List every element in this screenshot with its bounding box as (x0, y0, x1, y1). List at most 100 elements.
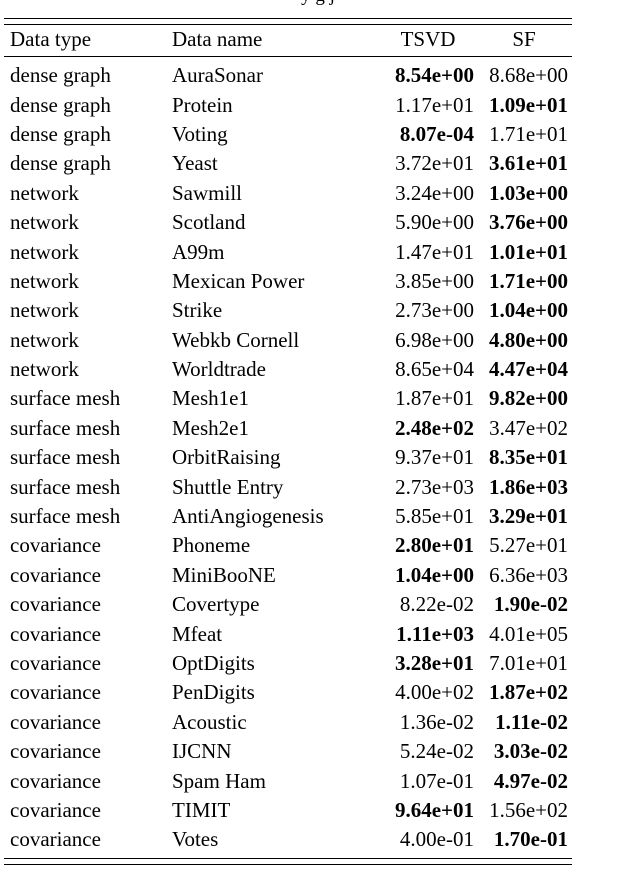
table-row: covariance MiniBooNE 1.04e+00 6.36e+03 (4, 561, 572, 590)
cell-data-type: surface mesh (10, 504, 121, 529)
cell-data-type: covariance (10, 680, 101, 705)
cell-data-type: covariance (10, 562, 101, 587)
cell-tsvd-value: 3.72e+01 (395, 151, 474, 176)
table-row: dense graph Voting 8.07e-04 1.71e+01 (4, 120, 572, 149)
cell-data-name: TIMIT (172, 797, 231, 822)
cell-sf-value: 3.29e+01 (488, 504, 568, 529)
cell-data-name: A99m (172, 239, 225, 264)
cell-tsvd-value: 6.98e+00 (395, 327, 474, 352)
table-row: covariance Acoustic 1.36e-02 1.11e-02 (4, 708, 572, 737)
cell-sf-value: 8.35e+01 (488, 445, 568, 470)
cell-data-type: network (10, 357, 79, 382)
cell-data-name: Mfeat (172, 621, 223, 646)
cell-data-name: IJCNN (172, 739, 232, 764)
cell-data-name: MiniBooNE (172, 562, 276, 587)
cell-data-type: dense graph (10, 121, 111, 146)
table-row: covariance Mfeat 1.11e+03 4.01e+05 (4, 619, 572, 648)
cell-sf-value: 7.01e+01 (489, 651, 568, 675)
cell-data-type: network (10, 239, 79, 264)
table-row: surface mesh Shuttle Entry 2.73e+03 1.86e+0… (4, 472, 572, 501)
cell-data-name: OptDigits (172, 651, 255, 675)
cell-tsvd-value: 8.07e-04 (399, 121, 474, 146)
cell-sf-value: 4.47e+04 (488, 357, 568, 382)
table-row: surface mesh Mesh1e1 1.87e+01 9.82e+00 (4, 384, 572, 413)
cell-data-type: surface mesh (10, 386, 121, 411)
cell-data-name: Shuttle Entry (172, 474, 284, 499)
cell-data-name: Voting (172, 121, 228, 146)
table-body: dense graph AuraSonar 8.54e+00 8.68e+00 dens… (4, 57, 572, 859)
cell-sf-value: 1.11e-02 (495, 709, 568, 734)
cell-data-name: Phoneme (172, 533, 251, 558)
cell-data-name: Covertype (172, 592, 260, 617)
cell-tsvd-value: 2.73e+00 (395, 298, 474, 323)
cell-sf-value: 3.03e-02 (493, 739, 568, 764)
cell-sf-value: 4.97e-02 (493, 768, 568, 793)
cell-sf-value: 3.47e+02 (489, 415, 568, 440)
cell-data-name: Protein (172, 92, 233, 117)
cell-tsvd-value: 1.87e+01 (395, 386, 474, 411)
cell-sf-value: 4.80e+00 (488, 327, 568, 352)
cell-tsvd-value: 1.17e+01 (395, 92, 474, 117)
cell-tsvd-value: 1.47e+01 (395, 239, 474, 264)
cell-sf-value: 1.09e+01 (488, 92, 568, 117)
cell-data-name: Mesh1e1 (172, 386, 249, 411)
table-row: covariance PenDigits 4.00e+02 1.87e+02 (4, 678, 572, 707)
cell-data-name: Sawmill (172, 180, 243, 205)
column-header-tsvd: TSVD (400, 27, 456, 51)
cell-sf-value: 1.03e+00 (488, 180, 568, 205)
cell-tsvd-value: 9.64e+01 (394, 797, 474, 822)
cell-tsvd-value: 1.36e-02 (399, 709, 474, 734)
cell-tsvd-value: 3.85e+00 (395, 268, 474, 293)
column-header-data-type: Data type (10, 27, 92, 51)
cell-sf-value: 1.71e+01 (489, 121, 568, 146)
column-header-data-name: Data name (172, 27, 263, 51)
cell-sf-value: 5.27e+01 (489, 533, 568, 558)
cell-tsvd-value: 5.85e+01 (395, 504, 474, 529)
cell-data-type: covariance (10, 739, 101, 764)
cell-sf-value: 8.68e+00 (489, 63, 568, 88)
cell-data-type: covariance (10, 592, 101, 617)
cell-data-type: surface mesh (10, 445, 121, 470)
cell-sf-value: 1.86e+03 (488, 474, 568, 499)
cell-sf-value: 1.71e+00 (488, 268, 568, 293)
table-row: covariance IJCNN 5.24e-02 3.03e-02 (4, 737, 572, 766)
cell-data-type: covariance (10, 827, 101, 852)
table-footer (4, 857, 572, 865)
clipped-caption: y g j (0, 0, 636, 6)
cell-tsvd-value: 1.04e+00 (394, 562, 474, 587)
cell-data-type: surface mesh (10, 474, 121, 499)
cell-sf-value: 1.70e-01 (493, 827, 568, 852)
cell-sf-value: 1.04e+00 (488, 298, 568, 323)
cell-data-name: Worldtrade (172, 357, 266, 382)
cell-tsvd-value: 8.65e+04 (395, 357, 474, 382)
cell-data-type: network (10, 298, 79, 323)
cell-tsvd-value: 4.00e-01 (399, 827, 474, 852)
cell-tsvd-value: 1.07e-01 (399, 768, 474, 793)
cell-tsvd-value: 8.54e+00 (394, 63, 474, 88)
cell-data-type: network (10, 180, 79, 205)
table-row: covariance Spam Ham 1.07e-01 4.97e-02 (4, 766, 572, 795)
cell-data-type: dense graph (10, 92, 111, 117)
cell-data-name: OrbitRaising (172, 445, 281, 470)
cell-data-type: surface mesh (10, 415, 121, 440)
cell-data-type: covariance (10, 651, 101, 675)
table-row: network Scotland 5.90e+00 3.76e+00 (4, 208, 572, 237)
cell-data-name: AuraSonar (172, 63, 263, 88)
cell-data-type: network (10, 268, 79, 293)
cell-tsvd-value: 5.24e-02 (399, 739, 474, 764)
table-header: Data type Data name TSVD SF (4, 18, 572, 57)
cell-data-name: Mesh2e1 (172, 415, 249, 440)
cell-tsvd-value: 1.11e+03 (396, 621, 474, 646)
table-row: surface mesh Mesh2e1 2.48e+02 3.47e+02 (4, 414, 572, 443)
table-row: network Strike 2.73e+00 1.04e+00 (4, 296, 572, 325)
header-row: Data type Data name TSVD SF (4, 25, 572, 57)
cell-data-name: Yeast (172, 151, 218, 176)
table-row: network A99m 1.47e+01 1.01e+01 (4, 237, 572, 266)
results-table-container: Data type Data name TSVD SF dense graph A… (4, 18, 572, 865)
cell-tsvd-value: 8.22e-02 (399, 592, 474, 617)
cell-data-name: Spam Ham (172, 768, 266, 793)
cell-data-name: Webkb Cornell (172, 327, 300, 352)
cell-tsvd-value: 5.90e+00 (395, 210, 474, 235)
cell-data-type: network (10, 327, 79, 352)
results-table: Data type Data name TSVD SF dense graph A… (4, 18, 572, 865)
